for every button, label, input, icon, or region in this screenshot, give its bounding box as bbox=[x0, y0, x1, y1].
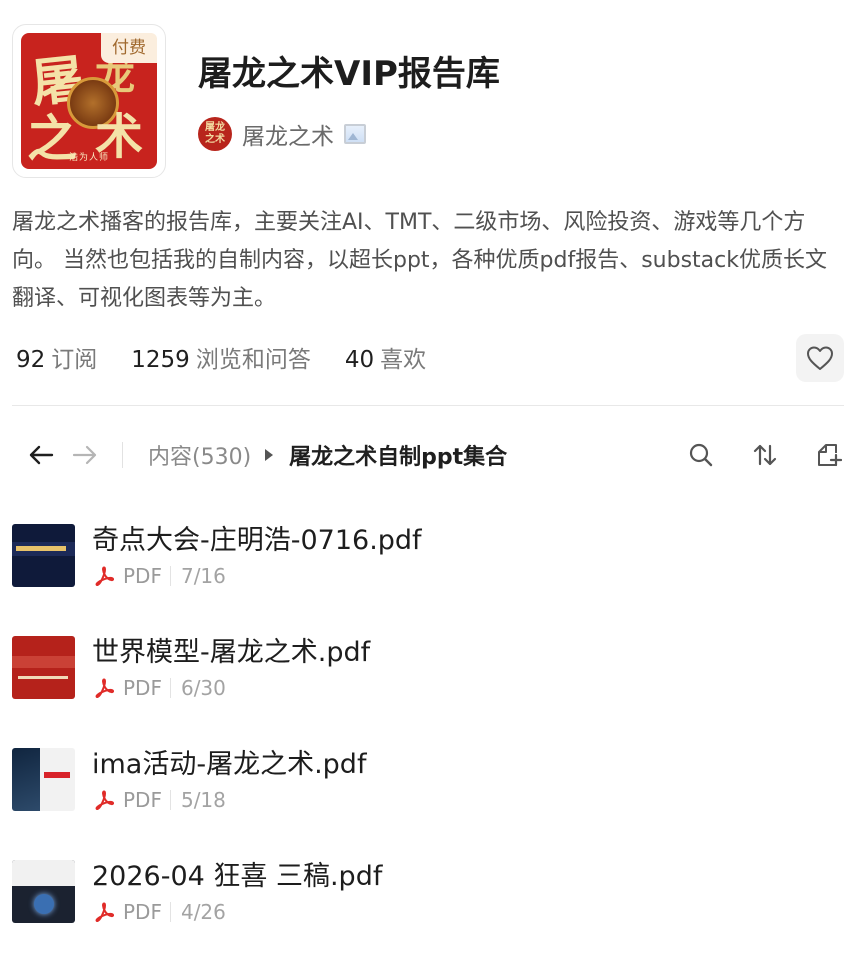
file-name[interactable]: 奇点大会-庄明浩-0716.pdf bbox=[92, 518, 422, 557]
stat-likes: 40 喜欢 bbox=[345, 340, 426, 374]
new-folder-button[interactable] bbox=[814, 440, 844, 470]
file-type: PDF bbox=[123, 788, 162, 812]
meta-separator bbox=[169, 790, 171, 810]
stats-bar: 92 订阅 1259 浏览和问答 40 喜欢 bbox=[16, 340, 460, 374]
toolbar bbox=[652, 440, 844, 470]
divider bbox=[12, 405, 844, 406]
list-item[interactable]: 奇点大会-庄明浩-0716.pdf PDF 7/16 bbox=[12, 506, 844, 618]
nav-separator bbox=[122, 442, 123, 468]
file-name[interactable]: 世界模型-屠龙之术.pdf bbox=[92, 630, 370, 669]
page-title: 屠龙之术VIP报告库 bbox=[198, 54, 500, 94]
file-name[interactable]: 2026-04 狂喜 三稿.pdf bbox=[92, 854, 382, 893]
author-info[interactable]: 屠龙 之术 屠龙之术 bbox=[198, 116, 366, 152]
breadcrumb-root[interactable]: 内容(530) bbox=[148, 439, 251, 471]
file-date: 6/30 bbox=[180, 676, 226, 700]
breadcrumb-arrow-icon bbox=[265, 449, 274, 461]
pdf-icon bbox=[95, 566, 114, 586]
image-icon bbox=[344, 124, 366, 144]
file-type: PDF bbox=[123, 676, 162, 700]
folder-navigation: 内容(530) 屠龙之术自制ppt集合 bbox=[12, 432, 844, 478]
file-thumbnail bbox=[12, 748, 75, 811]
arrow-right-icon bbox=[72, 445, 97, 465]
cover-subtitle: 浩为人师 bbox=[68, 153, 109, 163]
stat-value: 92 bbox=[16, 347, 46, 373]
avatar-text: 屠龙 bbox=[205, 122, 225, 133]
sort-icon bbox=[753, 444, 777, 466]
knowledge-base-cover: 屠 龙 之 术 浩为人师 付费 bbox=[12, 24, 166, 178]
file-meta: PDF 6/30 bbox=[94, 676, 226, 700]
meta-separator bbox=[169, 566, 171, 586]
like-button[interactable] bbox=[796, 334, 844, 382]
file-date: 5/18 bbox=[180, 788, 226, 812]
file-meta: PDF 7/16 bbox=[94, 564, 226, 588]
paid-badge: 付费 bbox=[101, 33, 157, 63]
stat-label: 浏览和问答 bbox=[195, 347, 311, 373]
sort-button[interactable] bbox=[750, 440, 780, 470]
pdf-icon bbox=[95, 902, 114, 922]
new-folder-icon bbox=[818, 444, 842, 467]
meta-separator bbox=[169, 902, 171, 922]
search-icon bbox=[689, 443, 713, 467]
stat-label: 订阅 bbox=[51, 347, 98, 373]
heart-icon bbox=[807, 346, 833, 370]
file-date: 7/16 bbox=[180, 564, 226, 588]
file-name[interactable]: ima活动-屠龙之术.pdf bbox=[92, 742, 366, 781]
file-thumbnail bbox=[12, 636, 75, 699]
back-button[interactable] bbox=[26, 440, 56, 470]
avatar[interactable]: 屠龙 之术 bbox=[198, 117, 232, 151]
search-button[interactable] bbox=[686, 440, 716, 470]
author-name[interactable]: 屠龙之术 bbox=[242, 117, 334, 151]
file-list: 奇点大会-庄明浩-0716.pdf PDF 7/16 世界模型-屠龙之术.pdf… bbox=[12, 506, 844, 954]
file-thumbnail bbox=[12, 860, 75, 923]
list-item[interactable]: 2026-04 狂喜 三稿.pdf PDF 4/26 bbox=[12, 842, 844, 954]
stat-views: 1259 浏览和问答 bbox=[131, 340, 311, 374]
file-meta: PDF 4/26 bbox=[94, 900, 226, 924]
file-type: PDF bbox=[123, 564, 162, 588]
file-date: 4/26 bbox=[180, 900, 226, 924]
list-item[interactable]: ima活动-屠龙之术.pdf PDF 5/18 bbox=[12, 730, 844, 842]
file-type: PDF bbox=[123, 900, 162, 924]
avatar-text: 之术 bbox=[205, 134, 225, 145]
description: 屠龙之术播客的报告库，主要关注AI、TMT、二级市场、风险投资、游戏等几个方向。… bbox=[12, 210, 828, 311]
forward-button[interactable] bbox=[70, 440, 100, 470]
stat-subscribers: 92 订阅 bbox=[16, 340, 97, 374]
stat-value: 40 bbox=[344, 347, 375, 373]
pdf-icon bbox=[95, 678, 114, 698]
file-thumbnail bbox=[12, 524, 75, 587]
pdf-icon bbox=[95, 790, 114, 810]
breadcrumb-current: 屠龙之术自制ppt集合 bbox=[289, 445, 508, 470]
stat-value: 1259 bbox=[131, 347, 190, 373]
list-item[interactable]: 世界模型-屠龙之术.pdf PDF 6/30 bbox=[12, 618, 844, 730]
stat-label: 喜欢 bbox=[380, 347, 427, 373]
meta-separator bbox=[169, 678, 171, 698]
file-meta: PDF 5/18 bbox=[94, 788, 226, 812]
arrow-left-icon bbox=[29, 445, 54, 465]
